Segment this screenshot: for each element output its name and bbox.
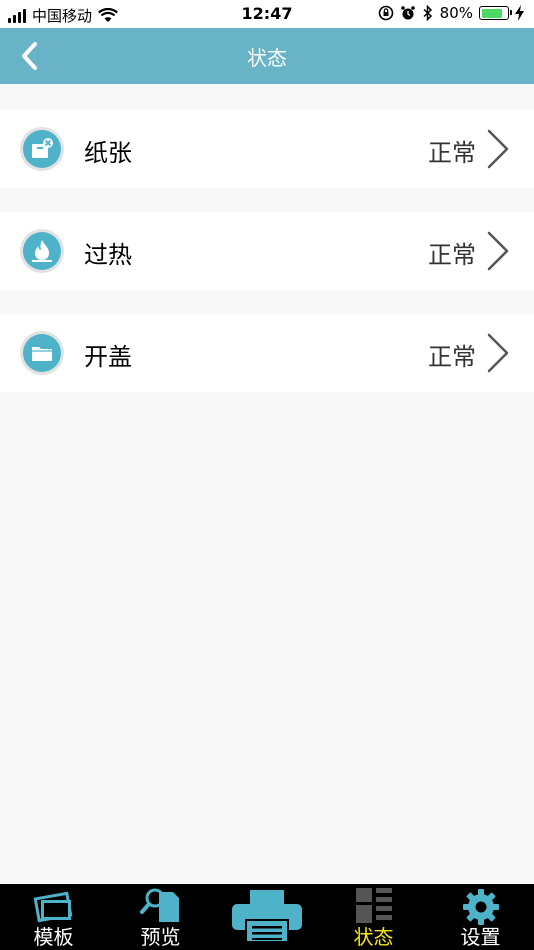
row-value: 正常: [428, 241, 476, 269]
bluetooth-icon: [423, 5, 432, 21]
folder-icon: [23, 334, 61, 372]
row-label: 开盖: [84, 343, 132, 371]
tab-bar: 模板 预览 状态 设置: [0, 884, 534, 950]
status-icon: [355, 888, 392, 923]
tab-label: 设置: [460, 925, 501, 949]
battery-percent: 80%: [439, 4, 473, 22]
tab-settings[interactable]: 设置: [427, 884, 534, 950]
row-value: 正常: [428, 139, 476, 167]
row-icon-frame: [20, 229, 64, 273]
row-icon-frame: [20, 127, 64, 171]
tab-label: 模板: [33, 925, 74, 949]
tab-label: 状态: [353, 925, 394, 949]
page-title: 状态: [247, 46, 287, 70]
tab-print[interactable]: [214, 884, 320, 950]
battery-fill: [481, 8, 502, 18]
template-icon: [33, 891, 72, 923]
status-row-cover-open[interactable]: 开盖 正常: [0, 314, 534, 392]
nav-bar: 状态: [0, 28, 534, 84]
tab-label: 预览: [140, 925, 181, 949]
status-bar: 中国移动 12:47 80%: [0, 0, 534, 28]
tab-template[interactable]: 模板: [0, 884, 107, 950]
battery-icon: [479, 6, 512, 20]
paper-icon: [23, 130, 61, 168]
preview-icon: [139, 888, 179, 922]
screen: 中国移动 12:47 80% 状态 纸张 正常 过热 正常 开盖 正常 模板 预…: [0, 0, 534, 950]
row-icon-frame: [20, 331, 64, 375]
printer-icon: [232, 890, 302, 943]
row-value: 正常: [428, 343, 476, 371]
chevron-right-icon: [487, 333, 509, 373]
flame-icon: [23, 232, 61, 270]
orientation-lock-icon: [378, 5, 393, 21]
row-label: 过热: [84, 241, 132, 269]
tab-status[interactable]: 状态: [320, 884, 427, 950]
status-right: 80%: [378, 4, 524, 22]
charging-icon: [515, 5, 524, 21]
tab-preview[interactable]: 预览: [107, 884, 214, 950]
status-row-paper[interactable]: 纸张 正常: [0, 110, 534, 188]
chevron-right-icon: [487, 129, 509, 169]
alarm-icon: [400, 6, 415, 20]
row-label: 纸张: [84, 139, 132, 167]
status-row-overheat[interactable]: 过热 正常: [0, 212, 534, 290]
chevron-right-icon: [487, 231, 509, 271]
